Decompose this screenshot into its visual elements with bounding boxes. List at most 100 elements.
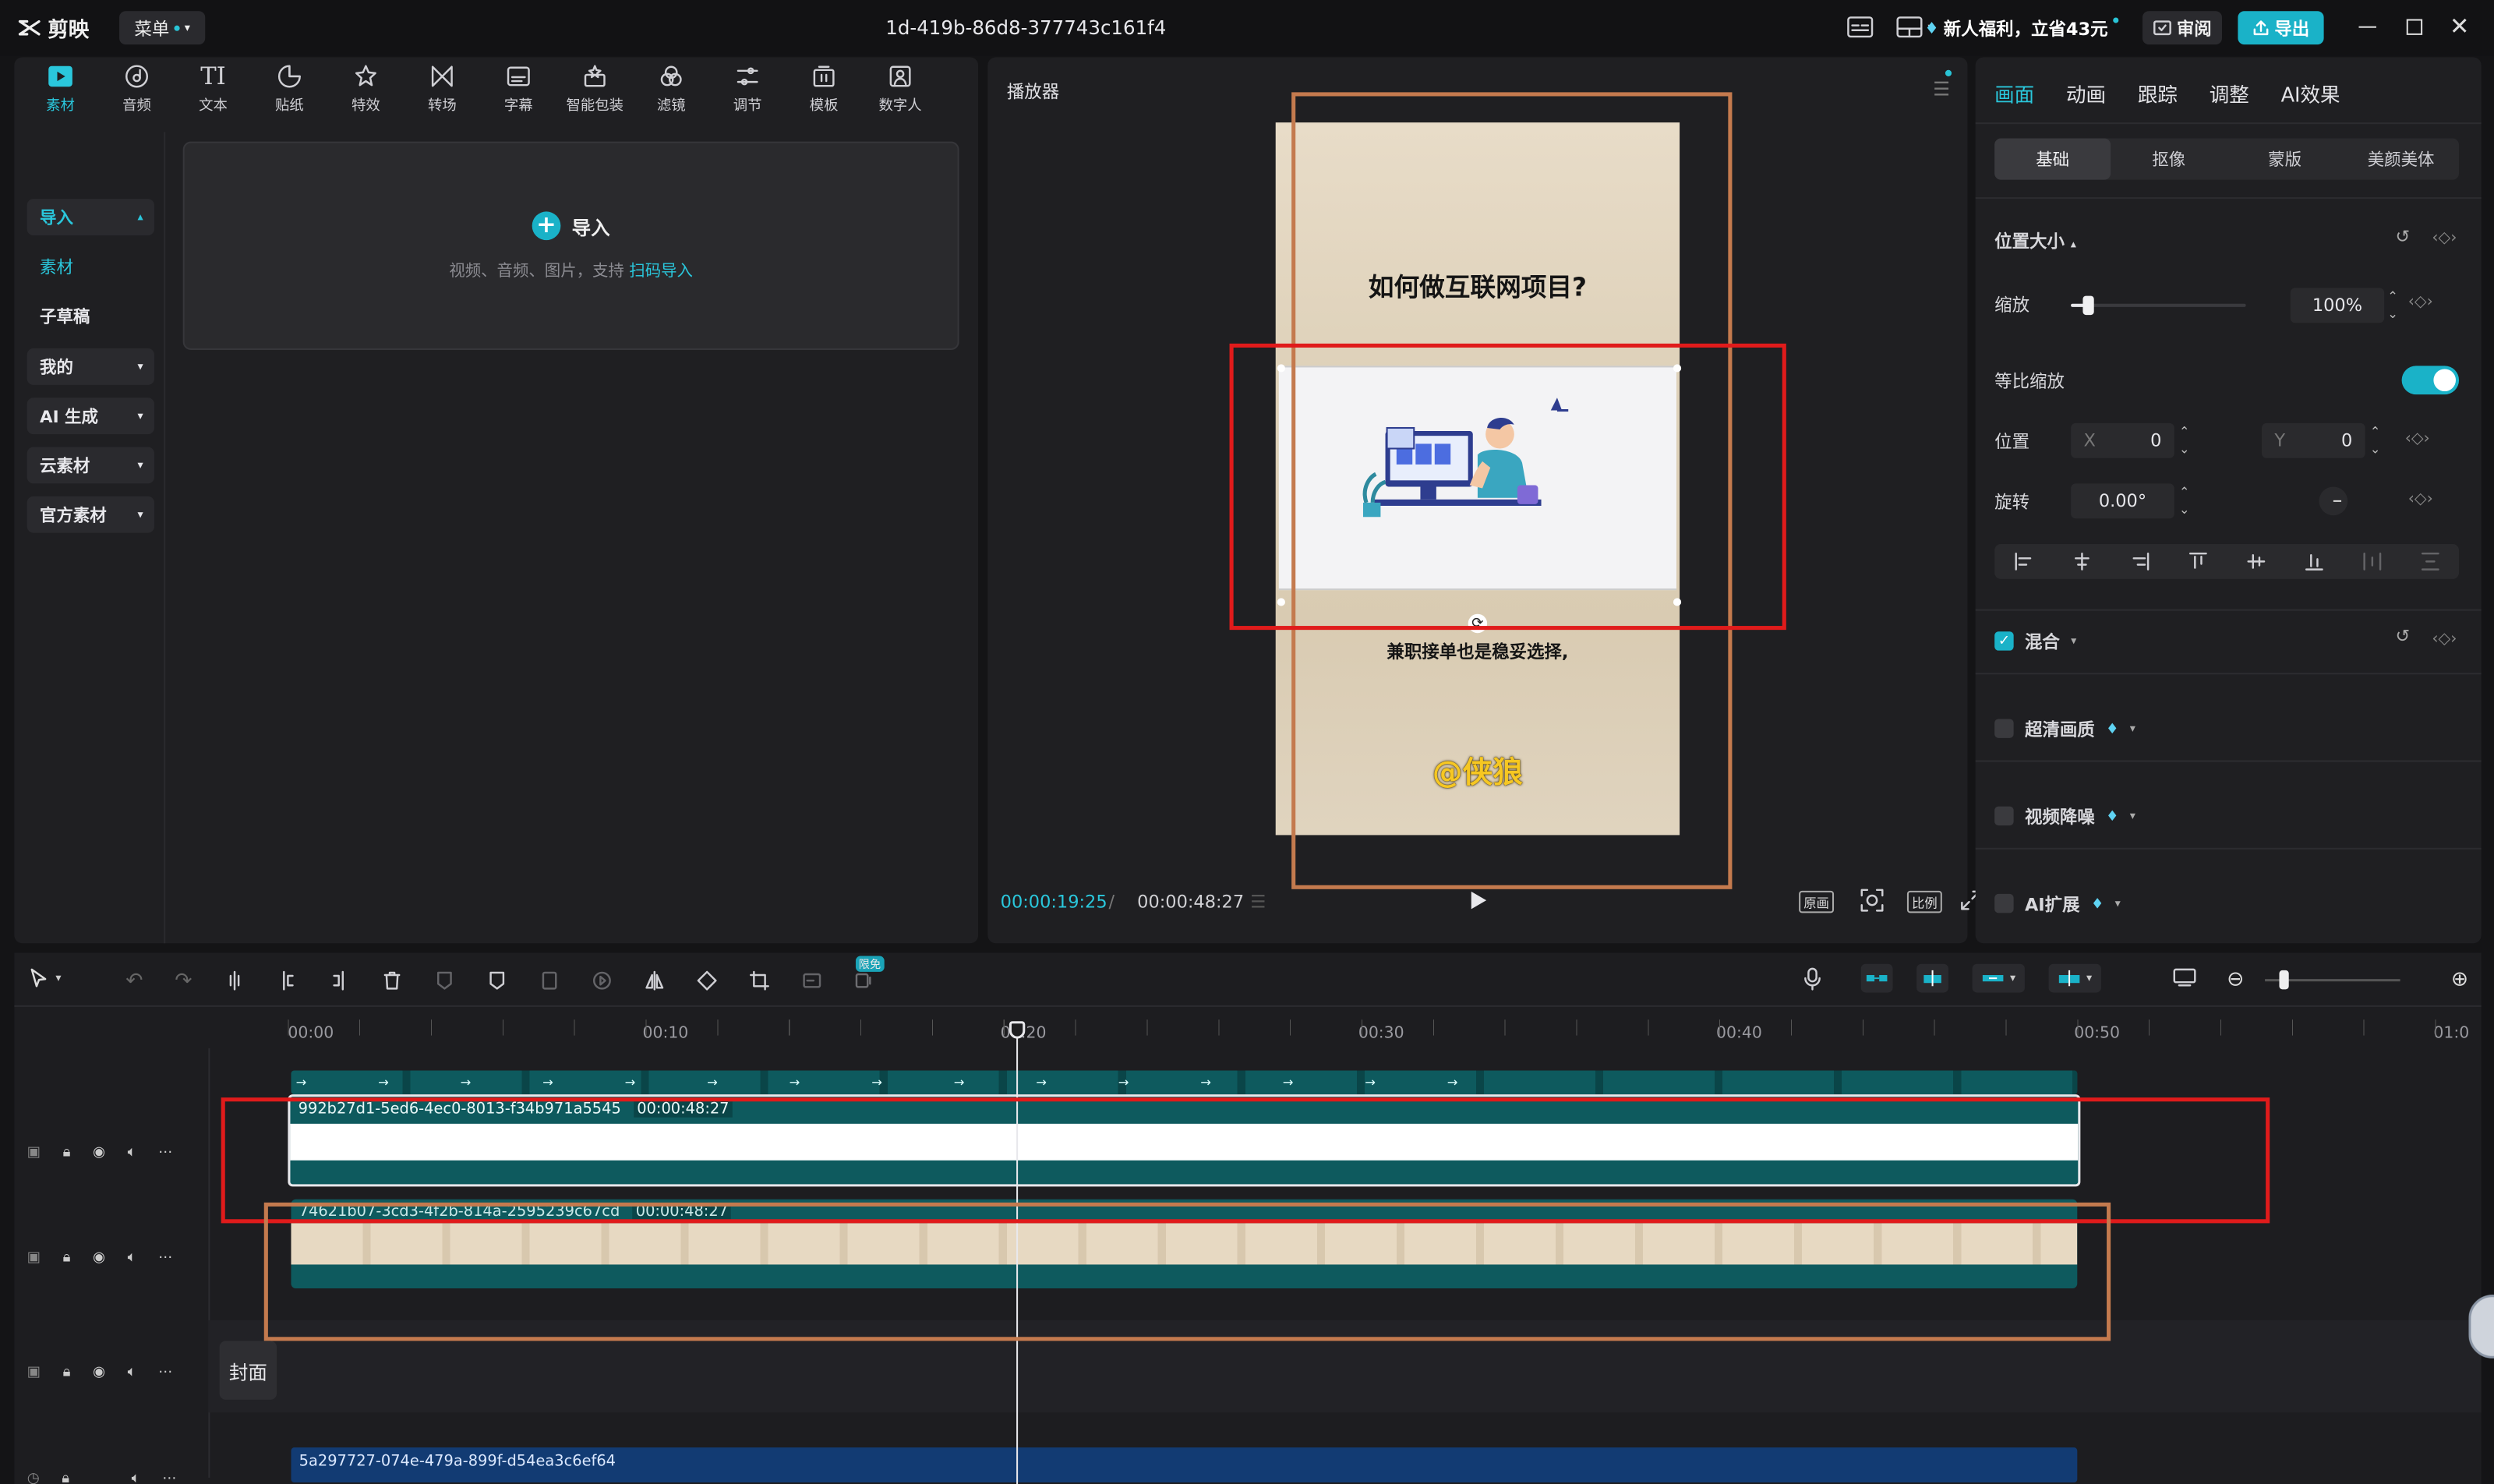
waveform-list-icon[interactable]: ☰ — [1250, 892, 1266, 913]
ai-expand-section[interactable]: AI扩展 ♦ ▾ — [1994, 891, 2121, 917]
tool-audio[interactable]: 音频 — [99, 57, 175, 119]
denoise-section[interactable]: 视频降噪 ♦ ▾ — [1994, 804, 2135, 829]
zoom-in-icon[interactable]: ⊕ — [2451, 967, 2468, 991]
reset-icon[interactable]: ↺ — [2395, 627, 2410, 647]
promo-banner[interactable]: ♦ 新人福利，立省43元 — [1924, 11, 2118, 44]
reset-icon[interactable]: ↺ — [2395, 228, 2410, 248]
y-stepper-icon[interactable]: ⌃ ⌄ — [2370, 423, 2381, 458]
tool-media[interactable]: 素材 — [23, 57, 99, 119]
keyframe-icon[interactable]: ‹◇› — [2408, 489, 2433, 507]
position-y-input[interactable]: Y 0 — [2262, 422, 2365, 458]
mirror-icon[interactable] — [644, 970, 665, 991]
undo-icon[interactable]: ↶ — [125, 969, 143, 993]
volume-icon[interactable]: 🔈︎ — [128, 1363, 136, 1380]
aspect-ratio-button[interactable]: 比例 — [1906, 890, 1942, 913]
tool-template[interactable]: 模板 — [786, 57, 862, 119]
ai-expand-checkbox[interactable] — [1994, 893, 2014, 913]
volume-icon[interactable]: 🔈︎ — [128, 1249, 136, 1265]
tab-ai-effects[interactable]: AI效果 — [2281, 80, 2340, 108]
volume-icon[interactable]: 🔈︎ — [132, 1470, 140, 1484]
delete-icon[interactable] — [381, 970, 402, 991]
blend-section[interactable]: ✓ 混合 ▾ — [1994, 628, 2076, 654]
reverse-icon[interactable] — [592, 970, 613, 991]
hd-quality-checkbox[interactable] — [1994, 719, 2014, 738]
audio-clip[interactable]: 5a297727-074e-479a-899f-d54ea3c6ef64 — [291, 1447, 2078, 1483]
zoom-fit-icon[interactable] — [1860, 888, 1885, 913]
tool-adjust[interactable]: 调节 — [709, 57, 786, 119]
auto-snap-button[interactable] — [1916, 963, 1948, 993]
lock-icon[interactable]: 🔒︎ — [63, 1363, 71, 1380]
uniform-scale-toggle[interactable] — [2401, 366, 2460, 395]
split-left-icon[interactable] — [277, 970, 298, 991]
original-quality-button[interactable]: 原画 — [1799, 890, 1835, 913]
rotation-stepper-icon[interactable]: ⌃ ⌄ — [2179, 483, 2190, 518]
preview-window-icon[interactable] — [2173, 967, 2197, 988]
split-icon[interactable] — [224, 970, 245, 991]
tab-tracking[interactable]: 跟踪 — [2138, 80, 2178, 108]
split-right-icon[interactable] — [329, 970, 350, 991]
main-track-magnet-button[interactable] — [1860, 963, 1893, 993]
sidebar-item-media[interactable]: 素材 — [27, 248, 154, 284]
rotation-input[interactable]: 0.00° — [2071, 483, 2174, 519]
scale-slider[interactable] — [2071, 295, 2246, 316]
blend-checkbox[interactable]: ✓ — [1994, 631, 2014, 651]
zoom-slider-handle[interactable] — [2279, 970, 2289, 990]
keyframe-icon[interactable]: ‹◇› — [2408, 291, 2433, 309]
keyframe-icon[interactable]: ‹◇› — [2432, 228, 2457, 246]
tool-digital-human[interactable]: 数字人 — [862, 57, 938, 119]
ai-cut-icon[interactable]: 限免 — [853, 956, 885, 991]
rotation-dial[interactable] — [2319, 486, 2348, 516]
player-menu-icon[interactable]: ☰ — [1933, 78, 1950, 101]
tool-effects[interactable]: 特效 — [327, 57, 404, 119]
more-icon[interactable]: ⋯ — [158, 1143, 172, 1160]
review-button[interactable]: 审阅 — [2142, 11, 2222, 45]
scale-stepper-icon[interactable]: ⌃ ⌄ — [2387, 288, 2398, 323]
eye-icon[interactable]: ◉ — [93, 1249, 105, 1265]
scan-import-link[interactable]: 扫码导入 — [629, 261, 693, 280]
sidebar-item-import[interactable]: 导入 ▴ — [26, 199, 154, 236]
tab-adjust[interactable]: 调整 — [2210, 80, 2249, 108]
keyframe-icon[interactable]: ‹◇› — [2405, 428, 2430, 447]
freeze-icon[interactable] — [539, 970, 560, 991]
close-icon[interactable]: ✕ — [2450, 12, 2470, 41]
sidebar-item-ai-gen[interactable]: AI 生成 ▾ — [26, 398, 154, 435]
scale-slider-handle[interactable] — [2082, 295, 2094, 316]
position-x-input[interactable]: X 0 — [2071, 422, 2174, 458]
track-type-icon[interactable]: ▣ — [27, 1143, 41, 1160]
shield-icon[interactable] — [486, 970, 507, 991]
lock-icon[interactable]: 🔒︎ — [63, 1249, 71, 1265]
scale-input[interactable]: 100% — [2290, 288, 2385, 323]
subtab-cutout[interactable]: 抠像 — [2111, 139, 2227, 180]
subtab-basic[interactable]: 基础 — [1994, 138, 2111, 180]
maximize-icon[interactable] — [2406, 19, 2423, 35]
microphone-icon[interactable] — [1802, 967, 1823, 991]
sidebar-item-official[interactable]: 官方素材 ▾ — [26, 496, 154, 533]
preview-axis-button[interactable]: ▾ — [2048, 963, 2101, 993]
sidebar-item-subdraft[interactable]: 子草稿 — [27, 298, 154, 334]
time-ruler[interactable]: 00:00 00:10 00:20 00:30 00:40 00:50 01:0 — [288, 1019, 2482, 1047]
lock-icon[interactable]: 🔒︎ — [63, 1143, 71, 1160]
more-icon[interactable]: ⋯ — [158, 1363, 172, 1380]
select-tool-button[interactable]: ▾ — [29, 967, 62, 990]
menu-button[interactable]: 菜单 ▾ — [119, 11, 206, 45]
align-left-icon[interactable] — [2013, 551, 2034, 572]
track-type-icon[interactable]: ◷ — [27, 1470, 40, 1484]
tab-picture[interactable]: 画面 — [1994, 80, 2034, 108]
hd-quality-section[interactable]: 超清画质 ♦ ▾ — [1994, 716, 2135, 741]
import-dropzone[interactable]: + 导入 视频、音频、图片，支持 扫码导入 — [182, 141, 959, 350]
tool-subtitle[interactable]: 字幕 — [480, 57, 556, 119]
tool-filter[interactable]: 滤镜 — [633, 57, 709, 119]
tool-transition[interactable]: 转场 — [404, 57, 480, 119]
track-type-icon[interactable]: ▣ — [27, 1363, 41, 1380]
track-type-icon[interactable]: ▣ — [27, 1249, 41, 1265]
play-button[interactable] — [1468, 889, 1489, 912]
more-icon[interactable]: ⋯ — [162, 1470, 176, 1484]
x-stepper-icon[interactable]: ⌃ ⌄ — [2179, 423, 2190, 458]
subtab-mask[interactable]: 蒙版 — [2227, 139, 2343, 180]
more-icon[interactable]: ⋯ — [158, 1249, 172, 1265]
rotate-icon[interactable] — [696, 970, 717, 991]
linkage-button[interactable]: ▾ — [1972, 963, 2025, 993]
mark-icon[interactable] — [434, 970, 455, 991]
tab-animation[interactable]: 动画 — [2066, 80, 2106, 108]
align-right-icon[interactable] — [2129, 551, 2150, 572]
